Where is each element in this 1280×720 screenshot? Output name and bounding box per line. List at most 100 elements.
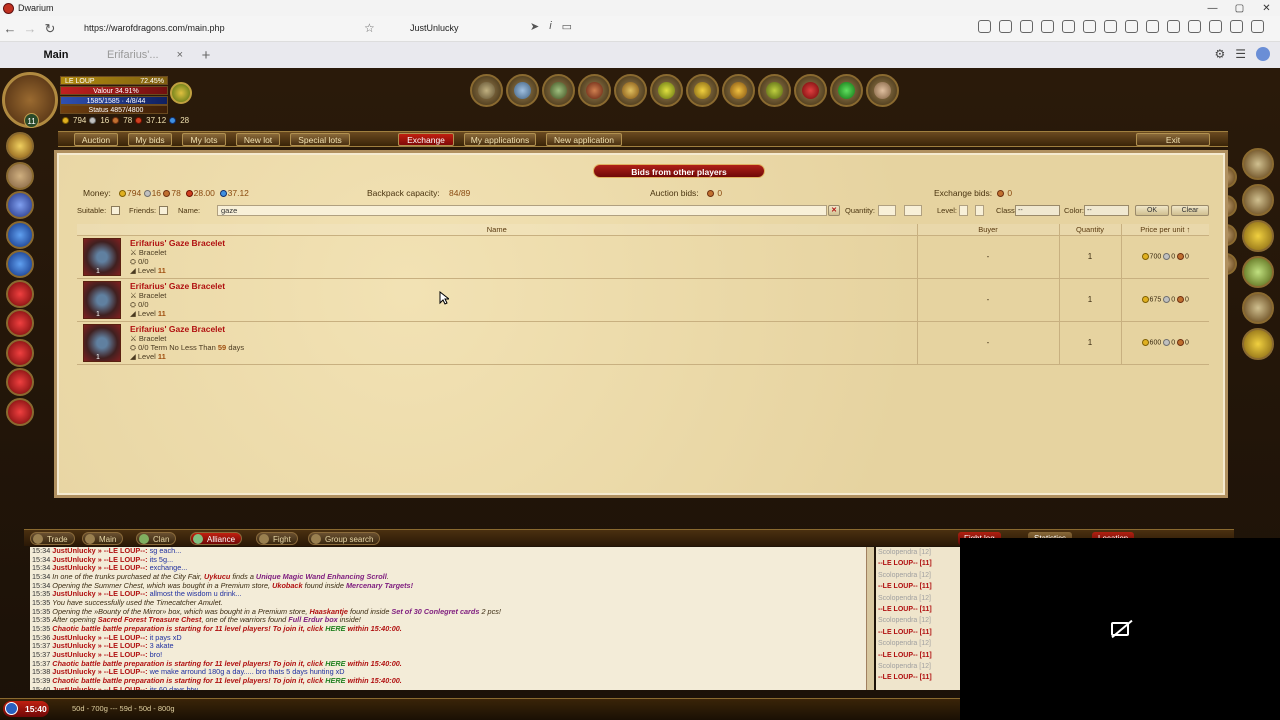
ability-icon[interactable] xyxy=(1242,184,1274,216)
chat-recipient[interactable]: » --LE LOUP--: xyxy=(96,685,150,690)
tool-icon[interactable] xyxy=(1104,20,1117,33)
chat-tab-trade[interactable]: Trade xyxy=(30,532,75,545)
level-max-input[interactable] xyxy=(975,205,984,216)
menu-exit[interactable]: Exit xyxy=(1136,133,1210,146)
color-select[interactable]: -- xyxy=(1084,205,1129,216)
bracelet-icon[interactable]: 1 xyxy=(83,237,121,276)
menu-icon[interactable]: ☰ xyxy=(1235,47,1246,61)
close-tab-icon[interactable]: × xyxy=(177,49,183,61)
tool-icon[interactable] xyxy=(1251,20,1264,33)
bag-icon[interactable] xyxy=(722,74,755,107)
col-quantity[interactable]: Quantity xyxy=(1058,224,1121,236)
minimize-button[interactable]: — xyxy=(1199,3,1226,14)
potion-icon[interactable] xyxy=(6,132,34,160)
chat-input[interactable]: 50d - 700g --- 59d - 50d - 800g xyxy=(72,704,175,713)
clear-button[interactable]: Clear xyxy=(1171,205,1209,216)
forward-arrow-icon[interactable]: → xyxy=(20,21,40,36)
tab-erifarius[interactable]: Erifarius'... × xyxy=(100,42,190,68)
beast-icon[interactable] xyxy=(578,74,611,107)
help-icon[interactable] xyxy=(830,74,863,107)
menu-my-applications[interactable]: My applications xyxy=(464,133,536,146)
player-list-item[interactable]: --LE LOUP-- [11] xyxy=(878,627,960,638)
tool-icon[interactable] xyxy=(1146,20,1159,33)
col-price[interactable]: Price per unit ↑ xyxy=(1120,224,1209,236)
player-list-item[interactable]: Scolopendra [12] xyxy=(878,661,960,672)
tool-icon[interactable] xyxy=(1209,20,1222,33)
potion-icon[interactable] xyxy=(6,250,34,278)
join-link[interactable]: HERE xyxy=(325,624,345,633)
gear-icon[interactable]: ⚙ xyxy=(1214,47,1225,61)
level-min-input[interactable] xyxy=(959,205,968,216)
quantity-min-input[interactable] xyxy=(878,205,896,216)
chat-recipient[interactable]: » --LE LOUP--: xyxy=(96,555,150,564)
class-select[interactable]: -- xyxy=(1015,205,1060,216)
potion-icon[interactable] xyxy=(6,338,34,367)
chat-recipient[interactable]: » --LE LOUP--: xyxy=(96,563,150,572)
player-list[interactable]: Scolopendra [12] --LE LOUP-- [11] Scolopen… xyxy=(876,547,960,690)
chat-sender[interactable]: JustUnlucky xyxy=(52,650,95,659)
chat-sender[interactable]: JustUnlucky xyxy=(52,633,95,642)
menu-special-lots[interactable]: Special lots xyxy=(290,133,350,146)
warrior-icon[interactable] xyxy=(542,74,575,107)
chat-sender[interactable]: JustUnlucky xyxy=(52,563,95,572)
chat-recipient[interactable]: » --LE LOUP--: xyxy=(96,650,150,659)
clan-crest-icon[interactable] xyxy=(170,82,192,104)
item-name-link[interactable]: Erifarius' Gaze Bracelet xyxy=(130,281,917,291)
suitable-checkbox[interactable] xyxy=(111,206,120,215)
join-link[interactable]: HERE xyxy=(325,676,345,685)
close-window-button[interactable]: ✕ xyxy=(1253,3,1280,14)
friends-checkbox[interactable] xyxy=(159,206,168,215)
col-name[interactable]: Name xyxy=(77,224,917,236)
player-list-item[interactable]: Scolopendra [12] xyxy=(878,570,960,581)
profile-avatar[interactable] xyxy=(1256,47,1270,61)
ability-icon[interactable] xyxy=(1242,220,1274,252)
clear-name-icon[interactable]: ✕ xyxy=(828,205,840,216)
castle-icon[interactable] xyxy=(470,74,503,107)
potion-icon[interactable] xyxy=(6,220,34,249)
potion-icon[interactable] xyxy=(6,191,34,219)
player-list-item[interactable]: Scolopendra [12] xyxy=(878,615,960,626)
clan-icon[interactable] xyxy=(794,74,827,107)
chat-recipient[interactable]: » --LE LOUP--: xyxy=(96,633,150,642)
tool-icon[interactable] xyxy=(1041,20,1054,33)
player-list-item[interactable]: --LE LOUP-- [11] xyxy=(878,558,960,569)
player-list-item[interactable]: Scolopendra [12] xyxy=(878,593,960,604)
chat-recipient[interactable]: » --LE LOUP--: xyxy=(96,667,150,676)
col-buyer[interactable]: Buyer xyxy=(916,224,1059,236)
name-filter-input[interactable]: gaze xyxy=(217,205,827,216)
back-arrow-icon[interactable]: ← xyxy=(0,21,20,36)
chat-sender[interactable]: JustUnlucky xyxy=(52,641,95,650)
player-list-item[interactable]: Scolopendra [12] xyxy=(878,547,960,558)
ability-icon[interactable] xyxy=(1242,328,1274,360)
join-link[interactable]: HERE xyxy=(325,659,345,668)
tab-main[interactable]: Main xyxy=(20,42,92,68)
chat-scrollbar[interactable] xyxy=(866,547,874,690)
chat-tab-group-search[interactable]: Group search xyxy=(308,532,381,545)
table-row[interactable]: 1 Erifarius' Gaze Bracelet ⚔ Bracelet ⛭ … xyxy=(77,321,1209,365)
screen-icon[interactable]: ▭ xyxy=(562,20,572,33)
ability-icon[interactable] xyxy=(1242,256,1274,288)
new-tab-button[interactable]: + xyxy=(196,42,216,68)
knight-icon[interactable] xyxy=(614,74,647,107)
bracelet-icon[interactable]: 1 xyxy=(83,323,121,362)
player-list-item[interactable]: --LE LOUP-- [11] xyxy=(878,581,960,592)
tool-icon[interactable] xyxy=(999,20,1012,33)
chat-tab-clan[interactable]: Clan xyxy=(136,532,177,545)
chat-log[interactable]: 15:34 JustUnlucky » --LE LOUP--: sg each… xyxy=(30,547,868,690)
chat-recipient[interactable]: » --LE LOUP--: xyxy=(96,589,150,598)
chat-sender[interactable]: JustUnlucky xyxy=(52,667,95,676)
item-name-link[interactable]: Erifarius' Gaze Bracelet xyxy=(130,238,917,248)
address-bar[interactable]: https://warofdragons.com/main.php xyxy=(84,23,225,33)
chat-tab-alliance[interactable]: Alliance xyxy=(190,532,243,545)
item-name-link[interactable]: Erifarius' Gaze Bracelet xyxy=(130,324,917,334)
info-icon[interactable]: i xyxy=(549,20,551,33)
tool-icon[interactable] xyxy=(1083,20,1096,33)
ability-icon[interactable] xyxy=(1242,148,1274,180)
tool-icon[interactable] xyxy=(1125,20,1138,33)
potion-icon[interactable] xyxy=(6,309,34,337)
ability-icon[interactable] xyxy=(1242,292,1274,324)
chat-sender[interactable]: JustUnlucky xyxy=(52,685,95,690)
ok-button[interactable]: OK xyxy=(1135,205,1169,216)
player-list-item[interactable]: Scolopendra [12] xyxy=(878,638,960,649)
hammer-icon[interactable] xyxy=(758,74,791,107)
